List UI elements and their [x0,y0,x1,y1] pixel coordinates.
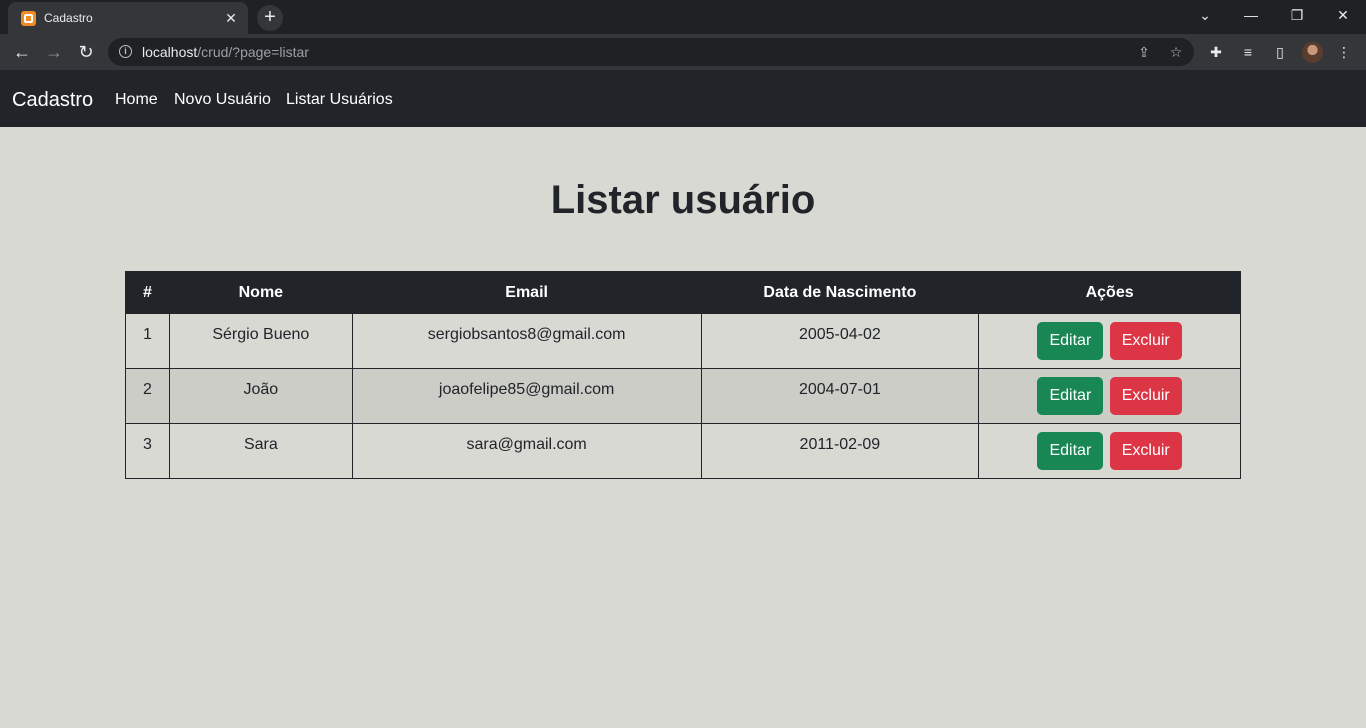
table-row: 1 Sérgio Bueno sergiobsantos8@gmail.com … [125,313,1241,369]
share-icon[interactable]: ⇪ [1134,43,1154,61]
delete-button[interactable]: Excluir [1109,432,1182,470]
browser-menu-icon[interactable]: ⋮ [1334,42,1354,62]
site-info-icon[interactable]: i [119,45,132,58]
header-nascimento: Data de Nascimento [700,271,980,314]
page-title: Listar usuário [550,178,816,222]
cell-id: 2 [125,368,170,424]
edit-button[interactable]: Editar [1037,432,1104,470]
cell-email: sergiobsantos8@gmail.com [351,313,702,369]
profile-avatar[interactable] [1302,42,1323,63]
users-table: # Nome Email Data de Nascimento Ações 1 … [125,271,1241,479]
extensions-puzzle-icon[interactable]: ✚ [1206,42,1226,62]
cell-actions: Editar Excluir [978,313,1241,369]
nav-link-listar-usuarios[interactable]: Listar Usuários [286,91,393,109]
browser-tab[interactable]: Cadastro ✕ [8,2,248,34]
header-id: # [125,271,170,314]
cell-nome: João [168,368,353,424]
minimize-icon[interactable]: — [1236,4,1266,26]
bookmark-star-icon[interactable]: ☆ [1166,43,1186,61]
delete-button[interactable]: Excluir [1109,377,1182,415]
url-host: localhost [142,44,198,60]
edit-button[interactable]: Editar [1037,322,1104,360]
browser-tab-strip: Cadastro ✕ + ⌄ — ❐ ✕ [0,0,1366,34]
cell-nascimento: 2005-04-02 [700,313,980,369]
browser-toolbar: ← → ↻ i localhost/crud/?page=listar ⇪ ☆ … [0,34,1366,70]
table-header-row: # Nome Email Data de Nascimento Ações [125,271,1241,314]
restore-icon[interactable]: ❐ [1282,4,1312,26]
edit-button[interactable]: Editar [1037,377,1104,415]
cell-email: sara@gmail.com [351,423,702,479]
url-text: localhost/crud/?page=listar [142,44,309,60]
header-email: Email [351,271,702,314]
cell-email: joaofelipe85@gmail.com [351,368,702,424]
header-acoes: Ações [978,271,1241,314]
site-navbar: Cadastro Home Novo Usuário Listar Usuári… [0,70,1366,127]
table-row: 2 João joaofelipe85@gmail.com 2004-07-01… [125,368,1241,424]
cell-nome: Sara [168,423,353,479]
nav-link-home[interactable]: Home [115,91,158,109]
tab-close-icon[interactable]: ✕ [222,9,240,27]
cell-actions: Editar Excluir [978,423,1241,479]
xampp-favicon-icon [21,11,36,26]
cell-id: 3 [125,423,170,479]
side-panel-icon[interactable]: ▯ [1270,42,1290,62]
back-arrow-icon[interactable]: ← [10,40,34,64]
new-tab-button[interactable]: + [257,5,283,31]
header-nome: Nome [168,271,353,314]
close-window-icon[interactable]: ✕ [1328,4,1358,26]
nav-link-novo-usuario[interactable]: Novo Usuário [174,91,271,109]
navbar-brand[interactable]: Cadastro [12,89,93,112]
reload-icon[interactable]: ↻ [74,40,98,64]
tab-title: Cadastro [44,11,93,25]
cell-nascimento: 2011-02-09 [700,423,980,479]
cell-id: 1 [125,313,170,369]
url-path: /crud/?page=listar [197,44,309,60]
cell-nascimento: 2004-07-01 [700,368,980,424]
forward-arrow-icon[interactable]: → [42,40,66,64]
table-row: 3 Sara sara@gmail.com 2011-02-09 Editar … [125,423,1241,479]
tab-search-icon[interactable]: ⌄ [1190,4,1220,26]
delete-button[interactable]: Excluir [1109,322,1182,360]
reading-list-icon[interactable]: ≡ [1238,42,1258,62]
address-bar[interactable]: i localhost/crud/?page=listar ⇪ ☆ [108,38,1194,66]
cell-actions: Editar Excluir [978,368,1241,424]
cell-nome: Sérgio Bueno [168,313,353,369]
